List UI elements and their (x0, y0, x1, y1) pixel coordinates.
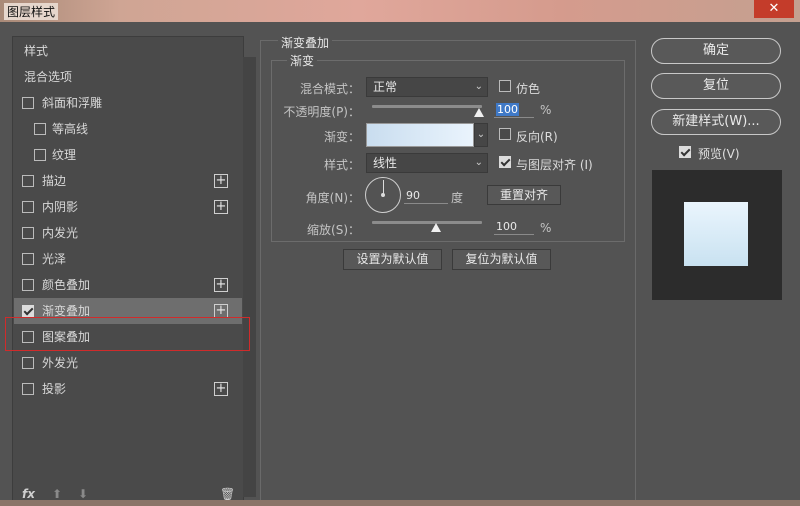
selection-highlight (5, 317, 250, 351)
style-item-checkbox[interactable] (34, 123, 46, 135)
reverse-checkbox[interactable] (499, 128, 511, 140)
angle-dial-center (381, 193, 385, 197)
angle-label: 角度(N)： (305, 191, 360, 205)
style-list-panel: 样式 混合选项 斜面和浮雕 等高线 纹理 描边 + 内阴影 + 内发光 光泽 颜色叠加 + 渐变叠加 + 图案… (12, 36, 256, 502)
style-item[interactable]: 样式 (14, 38, 242, 64)
style-item[interactable]: 斜面和浮雕 (14, 90, 242, 116)
style-item[interactable]: 光泽 (14, 246, 242, 272)
style-item-checkbox[interactable] (22, 227, 34, 239)
style-item[interactable]: 外发光 (14, 350, 242, 376)
gradient-picker-chevron-icon[interactable]: ⌄ (474, 123, 488, 147)
add-effect-icon[interactable]: + (214, 200, 228, 214)
style-item-checkbox[interactable] (22, 201, 34, 213)
preview-checkbox[interactable] (679, 146, 691, 158)
style-item[interactable]: 混合选项 (14, 64, 242, 90)
add-effect-icon[interactable]: + (214, 174, 228, 188)
style-item-checkbox[interactable] (22, 305, 34, 317)
section-title: 渐变叠加 (278, 34, 333, 51)
style-item-label: 投影 (42, 382, 67, 396)
scale-unit: % (540, 221, 552, 235)
style-item-checkbox[interactable] (22, 97, 34, 109)
angle-input[interactable]: 90 (404, 188, 448, 204)
style-item-label: 纹理 (52, 148, 77, 162)
chevron-down-icon: ⌄ (474, 157, 483, 168)
style-item[interactable]: 投影 + (14, 376, 242, 402)
arrow-up-icon[interactable]: ⬆ (52, 487, 62, 501)
style-item[interactable]: 纹理 (14, 142, 242, 168)
opacity-value: 100 (496, 103, 519, 116)
style-item-label: 颜色叠加 (42, 278, 91, 292)
style-item-checkbox[interactable] (22, 253, 34, 265)
angle-unit: 度 (451, 191, 464, 205)
style-item-label: 斜面和浮雕 (42, 96, 103, 110)
scale-label: 缩放(S)： (307, 223, 360, 237)
style-item-checkbox[interactable] (22, 175, 34, 187)
group-title: 渐变 (287, 52, 318, 69)
scale-slider-track[interactable] (372, 221, 482, 224)
reset-alignment-button[interactable]: 重置对齐 (487, 185, 561, 205)
style-item-label: 等高线 (52, 122, 89, 136)
set-as-default-button[interactable]: 设置为默认值 (343, 249, 442, 270)
style-item-label: 内发光 (42, 226, 79, 240)
close-icon[interactable]: ✕ (754, 0, 794, 18)
fx-icon[interactable]: fx (22, 487, 35, 501)
opacity-unit: % (540, 103, 552, 117)
layer-style-dialog: 样式 混合选项 斜面和浮雕 等高线 纹理 描边 + 内阴影 + 内发光 光泽 颜色叠加 + 渐变叠加 + 图案… (0, 22, 800, 506)
blend-mode-value: 正常 (373, 80, 398, 94)
dither-checkbox[interactable] (499, 80, 511, 92)
preview-label: 预览(V) (698, 147, 740, 161)
reset-button[interactable]: 复位 (651, 73, 781, 99)
style-item-label: 样式 (24, 44, 49, 58)
style-item[interactable]: 内发光 (14, 220, 242, 246)
style-item[interactable]: 颜色叠加 + (14, 272, 242, 298)
align-with-layer-checkbox[interactable] (499, 156, 511, 168)
title-bar: 图层样式 ✕ (0, 0, 800, 22)
opacity-slider-thumb[interactable] (474, 108, 484, 117)
style-value: 线性 (373, 156, 398, 170)
style-item-label: 内阴影 (42, 200, 79, 214)
angle-dial[interactable] (365, 177, 401, 213)
blend-mode-label: 混合模式： (299, 82, 360, 96)
scale-input[interactable]: 100 (494, 219, 534, 235)
new-style-button[interactable]: 新建样式(W)... (651, 109, 781, 135)
style-item-checkbox[interactable] (34, 149, 46, 161)
style-list-scrollbar[interactable] (243, 57, 256, 497)
opacity-slider-track[interactable] (372, 105, 482, 108)
opacity-input[interactable]: 100 (494, 102, 534, 118)
gradient-style-select[interactable]: 线性 ⌄ (366, 153, 488, 173)
window-title: 图层样式 (4, 3, 59, 20)
dither-label: 仿色 (516, 82, 541, 96)
arrow-down-icon[interactable]: ⬇ (78, 487, 88, 501)
style-item-checkbox[interactable] (22, 357, 34, 369)
opacity-label: 不透明度(P)： (283, 105, 360, 119)
gradient-swatch[interactable] (366, 123, 474, 147)
add-effect-icon[interactable]: + (214, 304, 228, 318)
style-item[interactable]: 描边 + (14, 168, 242, 194)
reset-to-default-button[interactable]: 复位为默认值 (452, 249, 551, 270)
align-with-layer-label: 与图层对齐 (I) (516, 158, 593, 172)
add-effect-icon[interactable]: + (214, 278, 228, 292)
style-item-checkbox[interactable] (22, 279, 34, 291)
scale-slider-thumb[interactable] (431, 223, 441, 232)
style-label: 样式： (323, 158, 360, 172)
style-item[interactable]: 等高线 (14, 116, 242, 142)
ok-button[interactable]: 确定 (651, 38, 781, 64)
preview-swatch (684, 202, 748, 266)
gradient-label: 渐变： (323, 130, 360, 144)
style-item-label: 混合选项 (24, 70, 73, 84)
style-item-label: 描边 (42, 174, 67, 188)
style-item-label: 外发光 (42, 356, 79, 370)
trash-icon[interactable]: 🗑 (220, 487, 235, 501)
reverse-label: 反向(R) (516, 130, 558, 144)
style-item-checkbox[interactable] (22, 383, 34, 395)
chevron-down-icon: ⌄ (474, 81, 483, 92)
style-item[interactable]: 内阴影 + (14, 194, 242, 220)
background-canvas-bottom (0, 500, 800, 506)
blend-mode-select[interactable]: 正常 ⌄ (366, 77, 488, 97)
add-effect-icon[interactable]: + (214, 382, 228, 396)
style-item-label: 光泽 (42, 252, 67, 266)
